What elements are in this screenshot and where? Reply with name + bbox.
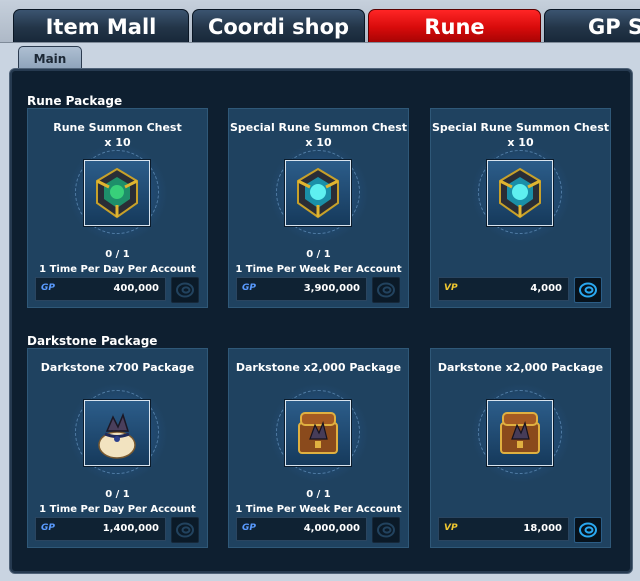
product-image-frame xyxy=(84,160,150,226)
tab-rune[interactable]: Rune xyxy=(368,9,541,42)
buy-button[interactable] xyxy=(574,517,602,543)
special-rune-chest-icon xyxy=(488,161,552,225)
price-box: VP 18,000 xyxy=(438,517,569,541)
product-title: Darkstone x700 Package xyxy=(28,360,207,375)
price-value: 1,400,000 xyxy=(102,523,159,534)
subtab-main[interactable]: Main xyxy=(18,46,82,69)
section-title-darkstone-package: Darkstone Package xyxy=(27,334,158,348)
buy-button[interactable] xyxy=(372,277,400,303)
price-value: 400,000 xyxy=(113,283,159,294)
top-tab-bar: Item Mall Coordi shop Rune GP Sh xyxy=(0,0,640,43)
product-name: Special Rune Summon Chest xyxy=(431,121,610,134)
rune-chest-icon xyxy=(85,161,149,225)
product-name: Rune Summon Chest xyxy=(53,121,182,134)
product-title: Darkstone x2,000 Package xyxy=(229,360,408,375)
vp-currency-icon: VP xyxy=(444,523,458,533)
vp-currency-icon: VP xyxy=(444,283,458,293)
product-name: Darkstone x2,000 Package xyxy=(235,361,402,374)
product-image-frame xyxy=(487,400,553,466)
darkstone-chest-icon xyxy=(286,401,350,465)
special-rune-chest-icon xyxy=(286,161,350,225)
product-card[interactable]: Darkstone x700 Package 0 / 1 1 Time Per … xyxy=(27,348,208,548)
purchase-limit-text: 1 Time Per Day Per Account xyxy=(39,264,196,275)
gp-currency-icon: GP xyxy=(242,283,256,293)
section-title-rune-package: Rune Package xyxy=(27,94,123,108)
purchase-limit-text: 1 Time Per Day Per Account xyxy=(39,504,196,515)
darkstone-chest-icon xyxy=(488,401,552,465)
product-image-frame xyxy=(487,160,553,226)
buy-button[interactable] xyxy=(171,277,199,303)
product-title: Darkstone x2,000 Package xyxy=(431,360,610,375)
tab-coordi-shop[interactable]: Coordi shop xyxy=(192,9,365,42)
purchase-limit-count: 0 / 1 xyxy=(306,249,331,260)
purchase-limit-count: 0 / 1 xyxy=(105,489,130,500)
product-image-frame xyxy=(285,160,351,226)
price-value: 3,900,000 xyxy=(303,283,360,294)
price-value: 18,000 xyxy=(523,523,562,534)
price-box: GP 4,000,000 xyxy=(236,517,367,541)
price-value: 4,000,000 xyxy=(303,523,360,534)
price-box: VP 4,000 xyxy=(438,277,569,301)
tab-item-mall[interactable]: Item Mall xyxy=(13,9,189,42)
buy-button[interactable] xyxy=(574,277,602,303)
product-name: Darkstone x2,000 Package xyxy=(437,361,604,374)
darkstone-bag-icon xyxy=(85,401,149,465)
gp-currency-icon: GP xyxy=(41,523,55,533)
price-box: GP 3,900,000 xyxy=(236,277,367,301)
gp-currency-icon: GP xyxy=(41,283,55,293)
product-name: Darkstone x700 Package xyxy=(40,361,195,374)
product-card[interactable]: Special Rune Summon Chest x 10 VP 4,000 xyxy=(430,108,611,308)
price-box: GP 400,000 xyxy=(35,277,166,301)
product-name: Special Rune Summon Chest xyxy=(229,121,408,134)
purchase-limit-text: 1 Time Per Week Per Account xyxy=(235,504,402,515)
product-card[interactable]: Darkstone x2,000 Package 0 / 1 1 Time Pe… xyxy=(228,348,409,548)
buy-button[interactable] xyxy=(372,517,400,543)
buy-button[interactable] xyxy=(171,517,199,543)
purchase-limit-count: 0 / 1 xyxy=(105,249,130,260)
product-card[interactable]: Darkstone x2,000 Package VP 18,000 xyxy=(430,348,611,548)
gp-currency-icon: GP xyxy=(242,523,256,533)
purchase-limit-text: 1 Time Per Week Per Account xyxy=(235,264,402,275)
product-image-frame xyxy=(84,400,150,466)
tab-gp-shop[interactable]: GP Sh xyxy=(544,9,640,42)
price-box: GP 1,400,000 xyxy=(35,517,166,541)
price-value: 4,000 xyxy=(530,283,562,294)
purchase-limit-count: 0 / 1 xyxy=(306,489,331,500)
product-image-frame xyxy=(285,400,351,466)
product-card[interactable]: Special Rune Summon Chest x 10 0 / 1 1 T… xyxy=(228,108,409,308)
product-card[interactable]: Rune Summon Chest x 10 0 / 1 1 Time Per … xyxy=(27,108,208,308)
